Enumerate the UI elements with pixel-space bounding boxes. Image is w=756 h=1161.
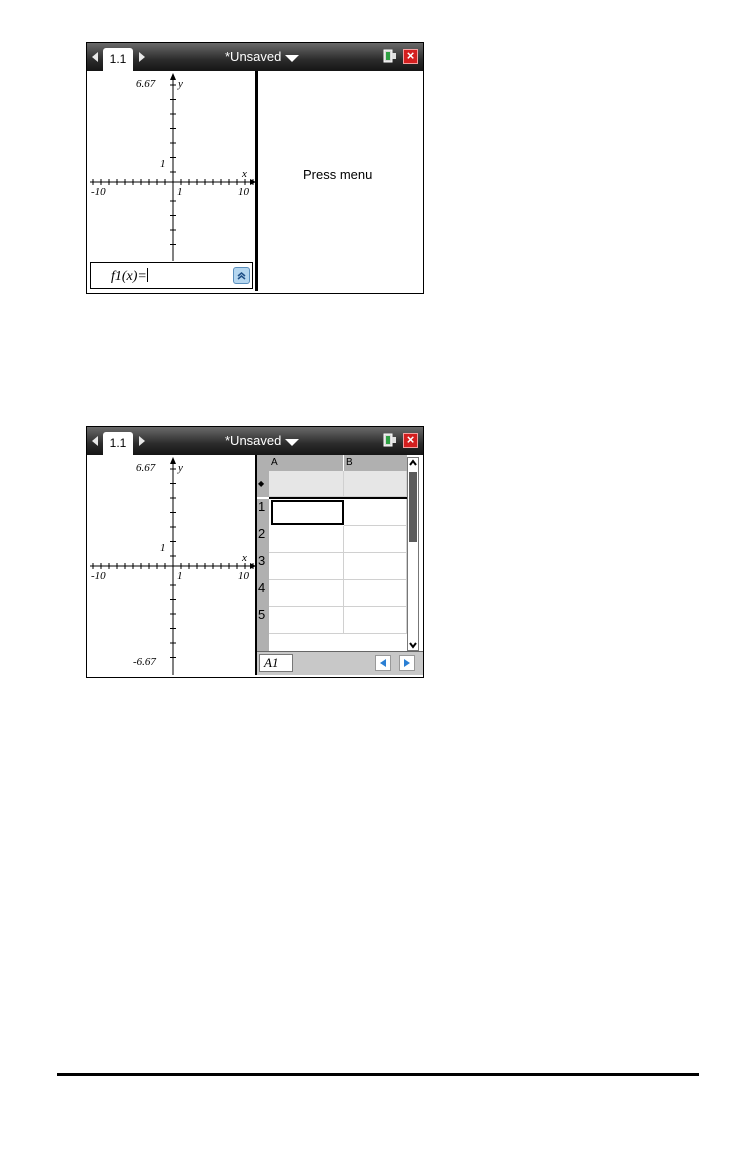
page-rule: [57, 1073, 699, 1076]
selected-cell-reference: A1: [259, 654, 293, 672]
cell-b1[interactable]: [344, 499, 407, 526]
cell-a4[interactable]: [269, 580, 344, 607]
title-bar: 1.1 *Unsaved ×: [87, 43, 423, 72]
expand-entry-icon[interactable]: [233, 267, 250, 284]
text-cursor: [146, 268, 148, 282]
y-max-label: 6.67: [136, 78, 156, 90]
y-axis-label: y: [177, 462, 183, 474]
calculator-screen-graph-blank: 1.1 *Unsaved × 6.67 y 1 x -10 1 10 f1(x)…: [86, 42, 424, 294]
x-min-label: -10: [91, 570, 106, 582]
cell-a2[interactable]: [269, 526, 344, 553]
x-tick-one-label: 1: [177, 570, 183, 582]
row-header-2[interactable]: 2: [257, 526, 269, 553]
row-header-1[interactable]: 1: [257, 499, 269, 526]
x-axis-label: x: [241, 552, 247, 564]
row-header-filler: [257, 634, 269, 651]
y-axis-arrow-icon: [170, 73, 176, 80]
y-tick-one-label: 1: [160, 542, 166, 554]
page-tab[interactable]: 1.1: [103, 48, 133, 72]
document-title-text: *Unsaved: [225, 433, 282, 448]
scroll-up-icon: [409, 459, 417, 466]
row-header-5[interactable]: 5: [257, 607, 269, 634]
row-header-3[interactable]: 3: [257, 553, 269, 580]
spreadsheet[interactable]: A B ◆ 1 2 3 4 5 A1: [257, 455, 423, 677]
y-axis-arrow-icon: [170, 457, 176, 464]
cell-b5[interactable]: [344, 607, 407, 634]
calculator-screen-graph-spreadsheet: 1.1 *Unsaved × 6.67 y 1 x -10 1 10 -6.67…: [86, 426, 424, 678]
cell-a3[interactable]: [269, 553, 344, 580]
dropdown-arrow-icon[interactable]: [285, 439, 300, 446]
battery-settings-icon[interactable]: [383, 433, 397, 447]
document-title[interactable]: *Unsaved: [225, 49, 300, 64]
x-max-label: 10: [238, 570, 250, 582]
row-header-4[interactable]: 4: [257, 580, 269, 607]
x-tick-one-label: 1: [177, 186, 183, 198]
y-max-label: 6.67: [136, 462, 156, 474]
cell-b2[interactable]: [344, 526, 407, 553]
graph-area[interactable]: 6.67 y 1 x -10 1 10 -6.67: [90, 455, 256, 675]
column-header-a[interactable]: A: [269, 455, 343, 471]
graph-area[interactable]: 6.67 y 1 x -10 1 10: [90, 71, 256, 291]
previous-page-arrow-icon[interactable]: [92, 436, 98, 446]
cell-a5[interactable]: [269, 607, 344, 634]
page-tab[interactable]: 1.1: [103, 432, 133, 456]
title-bar: 1.1 *Unsaved ×: [87, 427, 423, 456]
column-header-b[interactable]: B: [344, 455, 407, 471]
scrollbar-thumb[interactable]: [409, 472, 417, 542]
dropdown-arrow-icon[interactable]: [285, 55, 300, 62]
scroll-down-icon: [409, 642, 417, 649]
y-axis-label: y: [177, 78, 183, 90]
document-title-text: *Unsaved: [225, 49, 282, 64]
cell-b4[interactable]: [344, 580, 407, 607]
next-page-arrow-icon[interactable]: [139, 436, 145, 446]
nav-left-icon[interactable]: [375, 655, 391, 671]
vertical-scrollbar[interactable]: [407, 457, 419, 651]
x-axis-label: x: [241, 168, 247, 180]
panel-divider: [255, 71, 258, 291]
press-menu-text: Press menu: [303, 167, 373, 182]
formula-cell-a[interactable]: [269, 471, 344, 497]
empty-app-panel[interactable]: Press menu: [259, 71, 423, 291]
y-tick-one-label: 1: [160, 158, 166, 170]
battery-settings-icon[interactable]: [383, 49, 397, 63]
document-title[interactable]: *Unsaved: [225, 433, 300, 448]
previous-page-arrow-icon[interactable]: [92, 52, 98, 62]
formula-row-header: ◆: [257, 471, 269, 497]
formula-cell-b[interactable]: [344, 471, 407, 497]
corner-header: [257, 455, 269, 471]
x-min-label: -10: [91, 186, 106, 198]
close-icon[interactable]: ×: [403, 49, 418, 64]
y-min-label: -6.67: [133, 656, 156, 668]
nav-right-icon[interactable]: [399, 655, 415, 671]
close-icon[interactable]: ×: [403, 433, 418, 448]
cell-b3[interactable]: [344, 553, 407, 580]
x-max-label: 10: [238, 186, 250, 198]
function-entry-line[interactable]: f1(x)=: [90, 262, 253, 289]
next-page-arrow-icon[interactable]: [139, 52, 145, 62]
entry-text: f1(x)=: [111, 268, 148, 284]
cell-a1-selected[interactable]: [271, 500, 344, 525]
spreadsheet-status-bar: A1: [257, 651, 423, 675]
